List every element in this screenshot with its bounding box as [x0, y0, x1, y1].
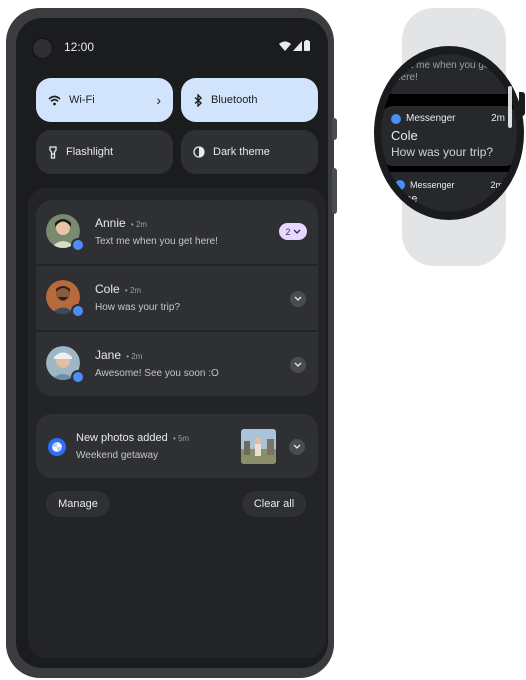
watch-sender-name: ane — [399, 193, 418, 205]
phone-power-button — [332, 118, 337, 140]
watch-screen: Text me when you get here! Messenger 2m … — [381, 54, 517, 212]
previous-message-text: Text me when you get here! — [395, 60, 493, 83]
expand-button[interactable] — [290, 357, 306, 373]
watch-message-text: How was your trip? — [391, 145, 494, 159]
conversation-notification-cole[interactable]: Cole • 2m How was your trip? — [36, 266, 318, 332]
notification-shade: 12:00 Wi-Fi › Bluetooth Flashlight Dark … — [16, 18, 328, 668]
messages-app-badge — [71, 238, 85, 252]
sender-name: Jane — [95, 348, 122, 362]
notification-subtitle: Weekend getaway — [76, 450, 159, 461]
clear-all-button[interactable]: Clear all — [242, 491, 306, 517]
sender-name: Annie — [95, 216, 126, 230]
photos-notification[interactable]: New photos added • 5m Weekend getaway — [36, 414, 318, 478]
timestamp: • 2m — [122, 286, 142, 295]
bluetooth-tile-label: Bluetooth — [211, 94, 258, 106]
watch-app-row: Messenger — [391, 113, 455, 124]
notification-panel: Annie • 2m Text me when you get here! 2 — [28, 188, 326, 658]
conversation-group: Annie • 2m Text me when you get here! 2 — [36, 200, 318, 396]
expand-button[interactable] — [290, 291, 306, 307]
cell-signal-icon — [293, 40, 302, 51]
dark-theme-tile-label: Dark theme — [213, 146, 270, 158]
chevron-down-icon — [294, 296, 302, 301]
quick-settings: Wi-Fi › Bluetooth Flashlight Dark theme — [36, 78, 318, 174]
flashlight-icon — [49, 145, 57, 159]
system-icons — [279, 40, 310, 51]
watch-app-row: Messenger — [395, 180, 455, 190]
timestamp: • 2m — [124, 352, 143, 361]
wifi-icon — [48, 95, 61, 105]
messages-app-badge — [71, 304, 85, 318]
front-camera — [32, 38, 53, 59]
timestamp: • 5m — [170, 434, 190, 443]
bluetooth-tile[interactable]: Bluetooth — [181, 78, 318, 122]
flashlight-tile-label: Flashlight — [66, 146, 114, 158]
bluetooth-icon — [194, 93, 203, 107]
watch-app-name: Messenger — [410, 180, 455, 190]
dark-theme-tile[interactable]: Dark theme — [181, 130, 318, 174]
watch-messenger-notification[interactable]: Messenger 2m Cole How was your trip? — [381, 106, 517, 166]
flashlight-tile[interactable]: Flashlight — [36, 130, 173, 174]
chevron-down-icon — [293, 444, 301, 449]
status-bar: 12:00 — [16, 18, 328, 62]
conversation-notification-jane[interactable]: Jane • 2m Awesome! See you soon :O — [36, 332, 318, 396]
status-time: 12:00 — [64, 40, 95, 54]
wifi-tile-label: Wi-Fi — [69, 94, 95, 106]
watch-timestamp: 2m — [490, 180, 503, 190]
phone-volume-button — [332, 168, 337, 214]
watch-sender-name: Cole — [391, 128, 418, 143]
chevron-right-icon[interactable]: › — [156, 92, 161, 108]
wifi-signal-icon — [279, 41, 291, 51]
message-text: How was your trip? — [95, 302, 181, 313]
notification-title: Cole • 2m — [95, 282, 141, 296]
messages-app-badge — [71, 370, 85, 384]
notification-title: Jane • 2m — [95, 348, 142, 362]
photo-thumbnail[interactable] — [241, 429, 276, 464]
notification-title: New photos added • 5m — [76, 432, 190, 444]
photos-app-icon — [48, 438, 66, 456]
manage-button[interactable]: Manage — [46, 491, 110, 517]
timestamp: • 2m — [128, 220, 148, 229]
notification-title: Annie • 2m — [95, 216, 147, 230]
messenger-icon — [391, 113, 401, 124]
chevron-down-icon — [294, 362, 302, 367]
message-count: 2 — [285, 226, 291, 237]
wifi-tile[interactable]: Wi-Fi › — [36, 78, 173, 122]
sender-name: Cole — [95, 282, 120, 296]
expand-button[interactable] — [289, 439, 305, 455]
messenger-icon — [395, 180, 405, 190]
phone-device: 12:00 Wi-Fi › Bluetooth Flashlight Dark … — [6, 8, 334, 678]
watch-app-name: Messenger — [406, 113, 456, 124]
watch-crown[interactable] — [519, 92, 525, 116]
watch-scroll-indicator — [508, 86, 512, 128]
conversation-notification-annie[interactable]: Annie • 2m Text me when you get here! 2 — [36, 200, 318, 266]
watch-next-notification[interactable]: Messenger 2m ane — [381, 172, 517, 212]
message-count-button[interactable]: 2 — [279, 223, 307, 240]
message-text: Awesome! See you soon :O — [95, 368, 219, 379]
watch-previous-notification[interactable]: Text me when you get here! — [381, 54, 517, 94]
battery-icon — [304, 40, 310, 51]
chevron-down-icon — [293, 229, 300, 234]
message-text: Text me when you get here! — [95, 236, 218, 247]
dark-theme-icon — [193, 146, 205, 158]
watch-timestamp: 2m — [491, 113, 505, 124]
